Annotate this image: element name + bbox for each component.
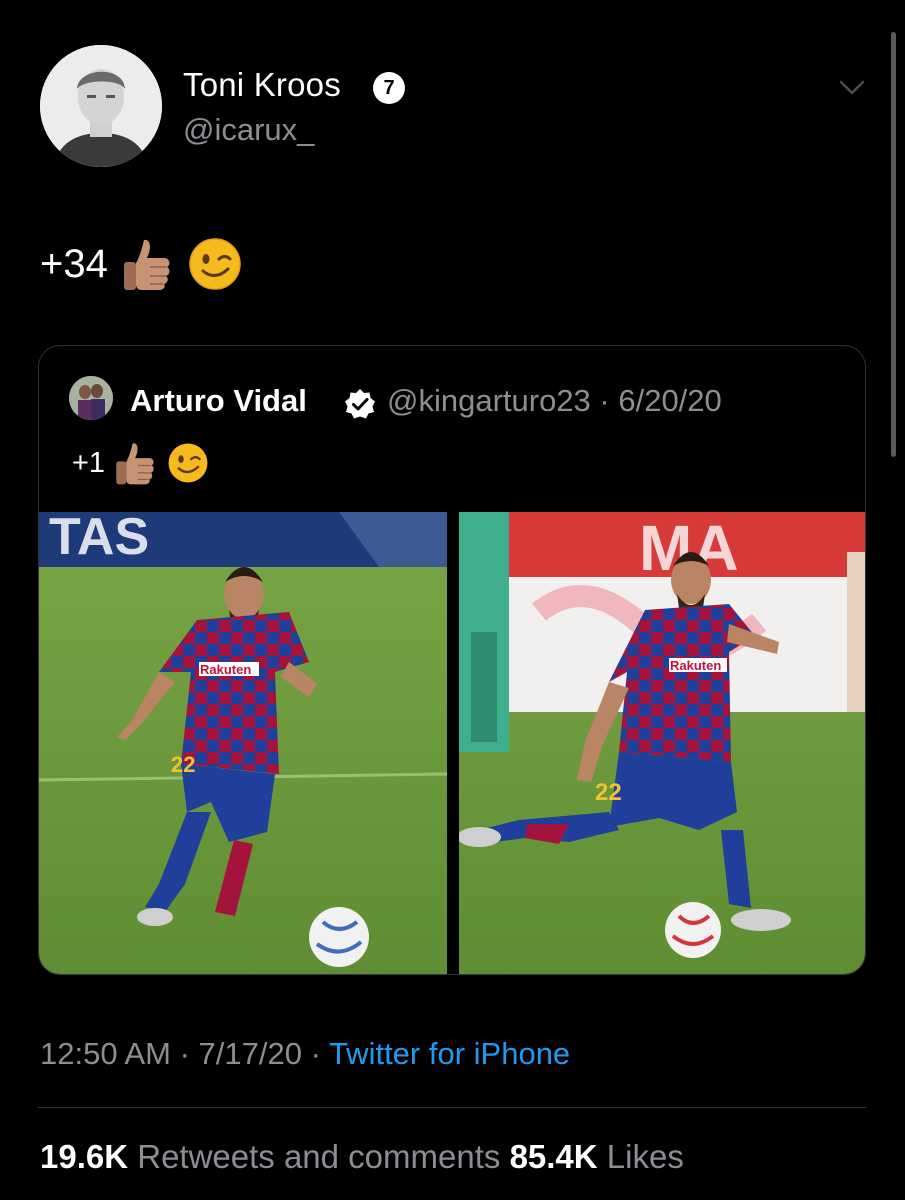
jersey-number-left: 22 <box>171 752 195 777</box>
football-player-photo-right: MA Rakuten 22 <box>459 512 865 974</box>
tweet-text: +34 <box>40 236 242 292</box>
likes-label: Likes <box>597 1138 684 1175</box>
tweet-source-link[interactable]: Twitter for iPhone <box>329 1036 570 1071</box>
winking-face-icon <box>168 443 208 483</box>
quoted-author-avatar[interactable] <box>69 376 113 420</box>
thumbs-up-medium-skin-icon <box>123 239 170 290</box>
retweets-label: Retweets and comments <box>128 1138 510 1175</box>
chevron-down-icon[interactable] <box>838 76 866 98</box>
tweet-photo-right[interactable]: MA Rakuten 22 <box>459 512 865 974</box>
tweet-time-date: 12:50 AM · 7/17/20 · <box>40 1036 329 1071</box>
avatar-portrait-icon <box>40 45 162 167</box>
sponsor-text-left: Rakuten <box>200 662 251 677</box>
author-name[interactable]: Toni Kroos <box>183 66 341 104</box>
quoted-tweet-text-value: +1 <box>72 446 106 479</box>
scrollbar[interactable] <box>891 32 896 457</box>
quoted-handle-date[interactable]: @kingarturo23 · 6/20/20 <box>387 383 722 419</box>
author-avatar[interactable] <box>40 45 162 167</box>
winking-face-icon <box>189 238 241 290</box>
tweet-stats: 19.6K Retweets and comments 85.4K Likes <box>40 1138 684 1176</box>
likes-count: 85.4K <box>509 1138 598 1175</box>
author-handle[interactable]: @icarux_ <box>183 112 314 148</box>
jersey-number-right: 22 <box>595 779 622 806</box>
avatar-photo-icon <box>69 376 113 420</box>
quoted-tweet-card[interactable]: Arturo Vidal @kingarturo23 · 6/20/20 +1 <box>38 345 866 975</box>
tweet-timestamp: 12:50 AM · 7/17/20 · Twitter for iPhone <box>40 1036 570 1072</box>
banner-text-left: TAS <box>49 512 149 566</box>
sponsor-text-right: Rakuten <box>670 658 721 673</box>
quoted-author-name[interactable]: Arturo Vidal <box>130 383 307 419</box>
author-badge-icon: 7 <box>373 72 405 104</box>
quoted-tweet-text: +1 <box>72 440 209 486</box>
verified-badge-icon <box>345 389 375 419</box>
tweet-text-value: +34 <box>40 241 108 286</box>
retweets-link[interactable]: 19.6K Retweets and comments <box>40 1138 510 1175</box>
divider <box>38 1107 866 1108</box>
tweet-photo-left[interactable]: TAS Rakuten 22 <box>39 512 447 974</box>
likes-link[interactable]: 85.4K Likes <box>510 1138 684 1175</box>
retweets-count: 19.6K <box>40 1138 129 1175</box>
thumbs-up-medium-skin-icon <box>116 443 154 485</box>
football-player-photo-left: TAS Rakuten 22 <box>39 512 447 974</box>
